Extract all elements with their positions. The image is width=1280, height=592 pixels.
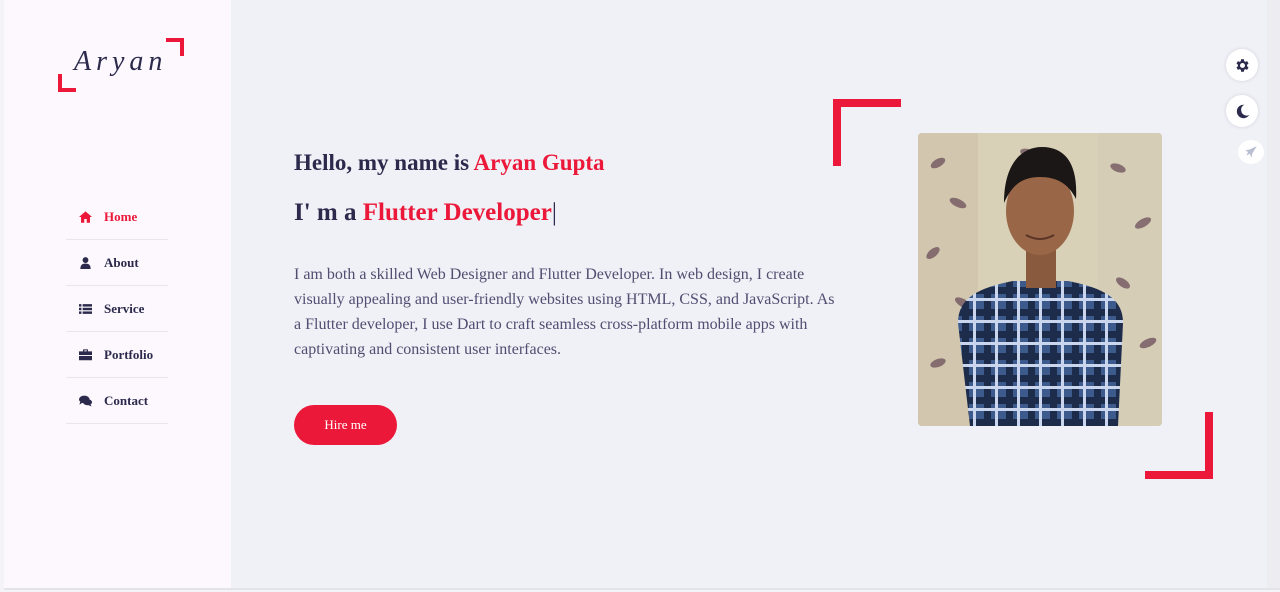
- nav-item-label: Contact: [104, 393, 149, 408]
- settings-button[interactable]: [1226, 49, 1258, 81]
- bio-paragraph: I am both a skilled Web Designer and Flu…: [294, 266, 835, 358]
- moon-icon: [1234, 103, 1251, 120]
- greeting-prefix: Hello, my name is: [294, 150, 474, 175]
- typing-cursor: |: [551, 199, 557, 226]
- user-icon: [78, 257, 92, 269]
- scrollbar-track[interactable]: [1267, 0, 1280, 588]
- nav-item-label: Portfolio: [104, 347, 154, 362]
- nav-item-portfolio[interactable]: Portfolio: [66, 333, 168, 378]
- gear-icon: [1234, 57, 1251, 74]
- logo-text: Aryan: [74, 46, 168, 77]
- nav-item-service[interactable]: Service: [66, 287, 168, 332]
- logo-corner-top-right: [166, 38, 184, 56]
- nav-item-label: About: [104, 255, 139, 270]
- main-nav: Home About Service Portfolio Contact: [66, 195, 168, 425]
- nav-item-label: Home: [104, 209, 138, 224]
- nav-item-home[interactable]: Home: [66, 195, 168, 240]
- nav-item-about[interactable]: About: [66, 241, 168, 286]
- home-icon: [78, 211, 92, 223]
- role-title: Flutter Developer: [362, 199, 552, 226]
- list-icon: [78, 303, 92, 315]
- greeting-heading: Hello, my name is Aryan Gupta: [294, 150, 605, 176]
- style-switcher-button[interactable]: [1238, 140, 1264, 164]
- theme-toggle-button[interactable]: [1226, 95, 1258, 127]
- role-heading: I' m a Flutter Developer|: [294, 199, 557, 227]
- comments-icon: [78, 395, 92, 407]
- nav-item-label: Service: [104, 301, 145, 316]
- hire-me-button[interactable]: Hire me: [294, 405, 397, 445]
- rocket-icon: [1244, 145, 1258, 159]
- logo[interactable]: Aryan: [58, 38, 184, 92]
- briefcase-icon: [78, 349, 92, 361]
- nav-item-contact[interactable]: Contact: [66, 379, 168, 424]
- photo-corner-top-left: [833, 99, 901, 166]
- person-name: Aryan Gupta: [473, 150, 605, 175]
- role-prefix: I' m a: [294, 199, 363, 226]
- profile-photo: [918, 133, 1162, 426]
